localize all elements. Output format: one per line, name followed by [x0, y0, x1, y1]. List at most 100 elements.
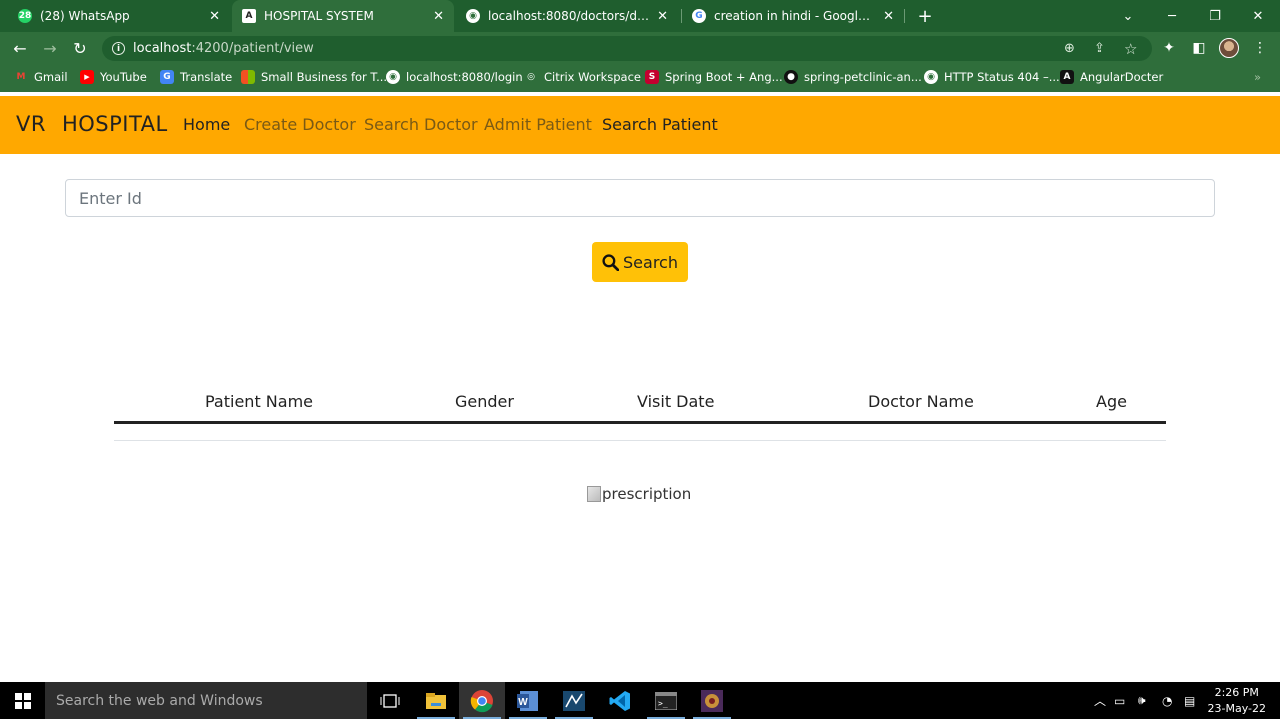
globe-icon: ◉	[386, 70, 400, 84]
address-bar[interactable]: i localhost:4200/patient/view ⊕ ⇪ ☆	[102, 36, 1152, 61]
col-doctor-name: Doctor Name	[868, 392, 974, 411]
tab-title: localhost:8080/doctors/doc/%7B	[488, 9, 651, 23]
wifi-icon[interactable]: ◔	[1162, 682, 1172, 719]
brand-vr: VR	[16, 112, 46, 136]
search-button-label: Search	[623, 252, 678, 272]
bookmark-label: spring-petclinic-an...	[804, 70, 922, 84]
url-path: :4200/patient/view	[191, 41, 314, 56]
battery-icon[interactable]: ▭	[1114, 682, 1125, 719]
search-icon	[602, 253, 620, 271]
zoom-icon[interactable]: ⊕	[1064, 36, 1075, 61]
profile-avatar[interactable]	[1219, 38, 1239, 58]
taskbar-clock[interactable]: 2:26 PM 23-May-22	[1208, 685, 1266, 717]
terminal-icon[interactable]: >_	[643, 682, 689, 719]
brand-name: HOSPITAL	[61, 112, 168, 136]
side-panel-icon[interactable]: ◧	[1187, 36, 1211, 60]
globe-icon: ◉	[466, 9, 480, 23]
tab-whatsapp[interactable]: 28 (28) WhatsApp ✕	[8, 0, 230, 32]
close-icon[interactable]: ✕	[433, 9, 444, 24]
clock-date: 23-May-22	[1207, 702, 1266, 715]
bookmark-http-404[interactable]: ◉ HTTP Status 404 –...	[924, 70, 1060, 84]
windows-start-icon[interactable]	[0, 682, 45, 719]
bookmark-small-business[interactable]: Small Business for T...	[241, 70, 387, 84]
globe-icon: ◉	[924, 70, 938, 84]
chrome-icon[interactable]	[459, 682, 505, 719]
github-icon: ●	[784, 70, 798, 84]
bookmark-label: Small Business for T...	[261, 70, 388, 84]
file-explorer-icon[interactable]	[413, 682, 459, 719]
col-visit-date: Visit Date	[637, 392, 715, 411]
window-close-icon[interactable]: ✕	[1236, 0, 1280, 32]
close-icon[interactable]: ✕	[883, 9, 894, 24]
table-header-divider	[114, 421, 1166, 424]
word-icon[interactable]: W	[505, 682, 551, 719]
vscode-icon[interactable]	[597, 682, 643, 719]
search-button[interactable]: Search	[592, 242, 688, 282]
bookmark-petclinic[interactable]: ● spring-petclinic-an...	[784, 70, 922, 84]
tab-localhost-doctors[interactable]: ◉ localhost:8080/doctors/doc/%7B ✕	[456, 0, 678, 32]
table-row	[114, 440, 1166, 441]
clock-time: 2:26 PM	[1214, 686, 1259, 699]
nav-search-doctor[interactable]: Search Doctor	[364, 115, 478, 134]
spring-icon: S	[645, 70, 659, 84]
bookmark-label: YouTube	[100, 70, 147, 84]
site-info-icon[interactable]: i	[112, 42, 125, 55]
restore-icon[interactable]: ❐	[1193, 0, 1237, 32]
tab-search-chevron-icon[interactable]: ⌄	[1106, 0, 1150, 32]
extensions-puzzle-icon[interactable]: ✦	[1157, 36, 1181, 60]
bookmark-localhost-login[interactable]: ◉ localhost:8080/login	[386, 70, 523, 84]
new-tab-plus-icon[interactable]: +	[903, 0, 947, 32]
bookmark-angular-docter[interactable]: A AngularDocter	[1060, 70, 1163, 84]
whatsapp-icon: 28	[18, 9, 32, 23]
angular-icon: A	[1060, 70, 1074, 84]
bookmark-citrix[interactable]: ◎ Citrix Workspace	[524, 70, 641, 84]
brand[interactable]: VR HOSPITAL	[16, 112, 168, 136]
bookmark-label: Spring Boot + Ang...	[665, 70, 783, 84]
bookmark-spring-boot[interactable]: S Spring Boot + Ang...	[645, 70, 783, 84]
task-view-icon[interactable]	[367, 682, 413, 719]
prescription-image: prescription	[587, 485, 691, 503]
reload-icon[interactable]: ↻	[68, 36, 92, 60]
svg-text:W: W	[518, 697, 528, 708]
bookmarks-bar: M Gmail ▶ YouTube G Translate Small Busines…	[0, 64, 1280, 92]
microsoft-icon	[241, 70, 255, 84]
notification-icon[interactable]: ▤	[1184, 682, 1195, 719]
patient-id-input[interactable]	[65, 179, 1215, 217]
back-arrow-icon[interactable]: ←	[8, 36, 32, 60]
broken-image-icon	[587, 486, 601, 502]
bookmark-star-icon[interactable]: ☆	[1124, 36, 1137, 61]
nav-admit-patient[interactable]: Admit Patient	[484, 115, 592, 134]
forward-arrow-icon[interactable]: →	[38, 36, 62, 60]
close-icon[interactable]: ✕	[209, 9, 220, 24]
tab-google-search[interactable]: G creation in hindi - Google Search ✕	[682, 0, 904, 32]
translate-icon: G	[160, 70, 174, 84]
nav-search-patient[interactable]: Search Patient	[602, 115, 718, 134]
bookmark-youtube[interactable]: ▶ YouTube	[80, 70, 147, 84]
tab-hospital-system[interactable]: A HOSPITAL SYSTEM ✕	[232, 0, 454, 32]
windows-taskbar: Search the web and Windows W >_ ︿ ▭ 🕪 ◔ …	[0, 682, 1280, 719]
minimize-icon[interactable]: ─	[1150, 0, 1194, 32]
col-gender: Gender	[455, 392, 514, 411]
share-icon[interactable]: ⇪	[1094, 36, 1105, 61]
bookmark-gmail[interactable]: M Gmail	[14, 70, 68, 84]
browser-toolbar: ← → ↻ i localhost:4200/patient/view ⊕ ⇪ …	[0, 32, 1280, 64]
nav-home[interactable]: Home	[183, 115, 230, 134]
chrome-menu-icon[interactable]: ⋮	[1248, 36, 1272, 60]
tray-overflow-chevron-icon[interactable]: ︿	[1094, 682, 1106, 719]
bookmark-label: Citrix Workspace	[544, 70, 641, 84]
bookmark-label: Gmail	[34, 70, 68, 84]
bookmarks-overflow-icon[interactable]: »	[1254, 70, 1261, 84]
volume-icon[interactable]: 🕪	[1138, 682, 1146, 719]
bookmark-label: localhost:8080/login	[406, 70, 523, 84]
game-app-icon[interactable]	[689, 682, 735, 719]
url-host: localhost	[133, 41, 192, 56]
angular-icon: A	[242, 9, 256, 23]
tab-title: HOSPITAL SYSTEM	[264, 9, 374, 23]
close-icon[interactable]: ✕	[657, 9, 668, 24]
bookmark-translate[interactable]: G Translate	[160, 70, 232, 84]
taskbar-search-box[interactable]: Search the web and Windows	[45, 682, 367, 719]
image-alt-text: prescription	[602, 485, 692, 503]
nav-create-doctor[interactable]: Create Doctor	[244, 115, 356, 134]
gmail-icon: M	[16, 72, 26, 82]
mysql-workbench-icon[interactable]	[551, 682, 597, 719]
